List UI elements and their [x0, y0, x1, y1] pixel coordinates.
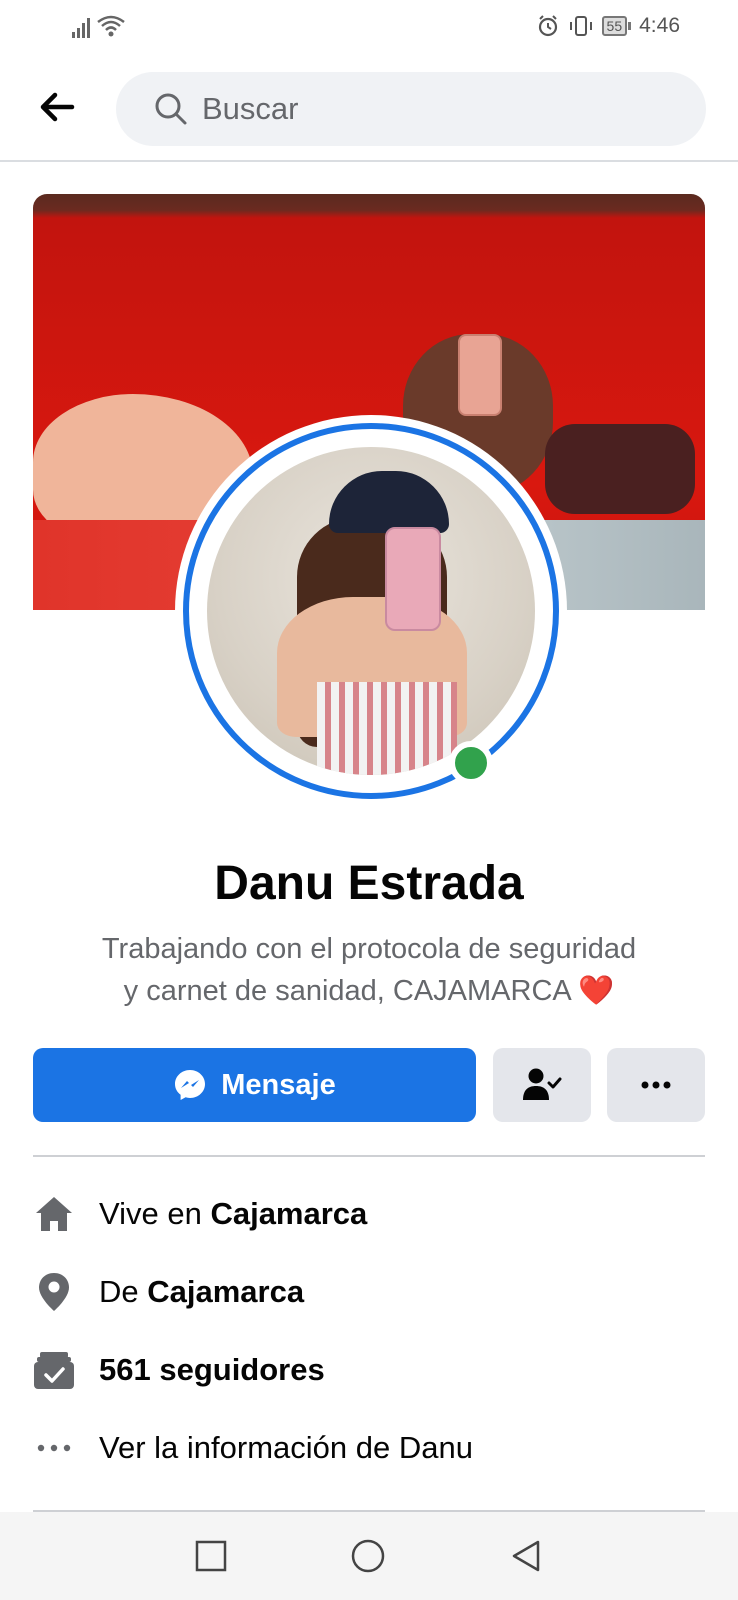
profile-details: Vive en Cajamarca De Cajamarca 561 segui… [33, 1175, 705, 1487]
profile-bio: Trabajando con el protocola de seguridad… [40, 928, 698, 1012]
header: Buscar [0, 66, 738, 148]
detail-lives-in[interactable]: Vive en Cajamarca [33, 1175, 705, 1253]
back-triangle-icon [512, 1540, 540, 1572]
search-placeholder: Buscar [202, 91, 299, 126]
lives-place: Cajamarca [210, 1196, 368, 1231]
from-prefix: De [99, 1274, 148, 1309]
wifi-icon [97, 15, 125, 37]
detail-from[interactable]: De Cajamarca [33, 1253, 705, 1331]
recents-button[interactable] [191, 1536, 231, 1576]
more-options-button[interactable] [607, 1048, 705, 1122]
vibrate-icon [569, 16, 592, 36]
heart-emoji: ❤️ [578, 975, 615, 1007]
home-button[interactable] [348, 1536, 388, 1576]
profile-picture-ring [175, 415, 567, 807]
detail-lives-in-text: Vive en Cajamarca [99, 1196, 367, 1232]
followers-count: 561 seguidores [99, 1352, 325, 1387]
back-button[interactable] [34, 84, 80, 130]
detail-followers[interactable]: 561 seguidores [33, 1331, 705, 1409]
bio-line-1: Trabajando con el protocola de seguridad [101, 933, 637, 965]
detail-followers-text: 561 seguidores [99, 1352, 325, 1388]
detail-see-info-text: Ver la información de Danu [99, 1430, 473, 1465]
detail-from-text: De Cajamarca [99, 1274, 304, 1310]
detail-see-info[interactable]: Ver la información de Danu [33, 1409, 705, 1487]
profile-picture-border [183, 423, 559, 799]
message-button[interactable]: Mensaje [33, 1048, 476, 1122]
clock: 4:46 [639, 14, 680, 37]
location-pin-icon [33, 1271, 75, 1313]
friends-check-icon [523, 1068, 562, 1100]
message-button-label: Mensaje [221, 1068, 336, 1101]
section-divider [33, 1155, 705, 1157]
battery-level: 55 [601, 16, 628, 36]
home-icon [33, 1193, 75, 1235]
home-circle-icon [351, 1539, 385, 1573]
from-place: Cajamarca [147, 1274, 305, 1309]
friends-button[interactable] [493, 1048, 591, 1122]
status-bar: 55 4:46 [0, 0, 738, 56]
profile-picture[interactable] [207, 447, 535, 775]
online-status-dot [449, 741, 493, 785]
alarm-icon [538, 15, 557, 37]
search-input[interactable]: Buscar [116, 72, 706, 146]
profile-actions: Mensaje [33, 1048, 705, 1122]
recents-square-icon [195, 1540, 227, 1572]
lives-prefix: Vive en [99, 1196, 211, 1231]
arrow-left-icon [40, 92, 75, 122]
status-right: 55 4:46 [536, 14, 680, 38]
messenger-icon [175, 1070, 206, 1100]
back-nav-button[interactable] [506, 1536, 546, 1576]
profile-name: Danu Estrada [214, 857, 524, 910]
system-nav-bar [0, 1512, 738, 1600]
followers-icon [33, 1349, 75, 1391]
search-icon [155, 93, 187, 125]
header-divider [0, 160, 738, 162]
bio-line-2: y carnet de sanidad, CAJAMARCA [123, 975, 571, 1007]
signal-icon [72, 16, 90, 38]
battery-icon: 55 [601, 16, 632, 36]
more-dots-icon [33, 1427, 75, 1469]
more-horizontal-icon [641, 1081, 671, 1089]
status-left [72, 14, 126, 38]
